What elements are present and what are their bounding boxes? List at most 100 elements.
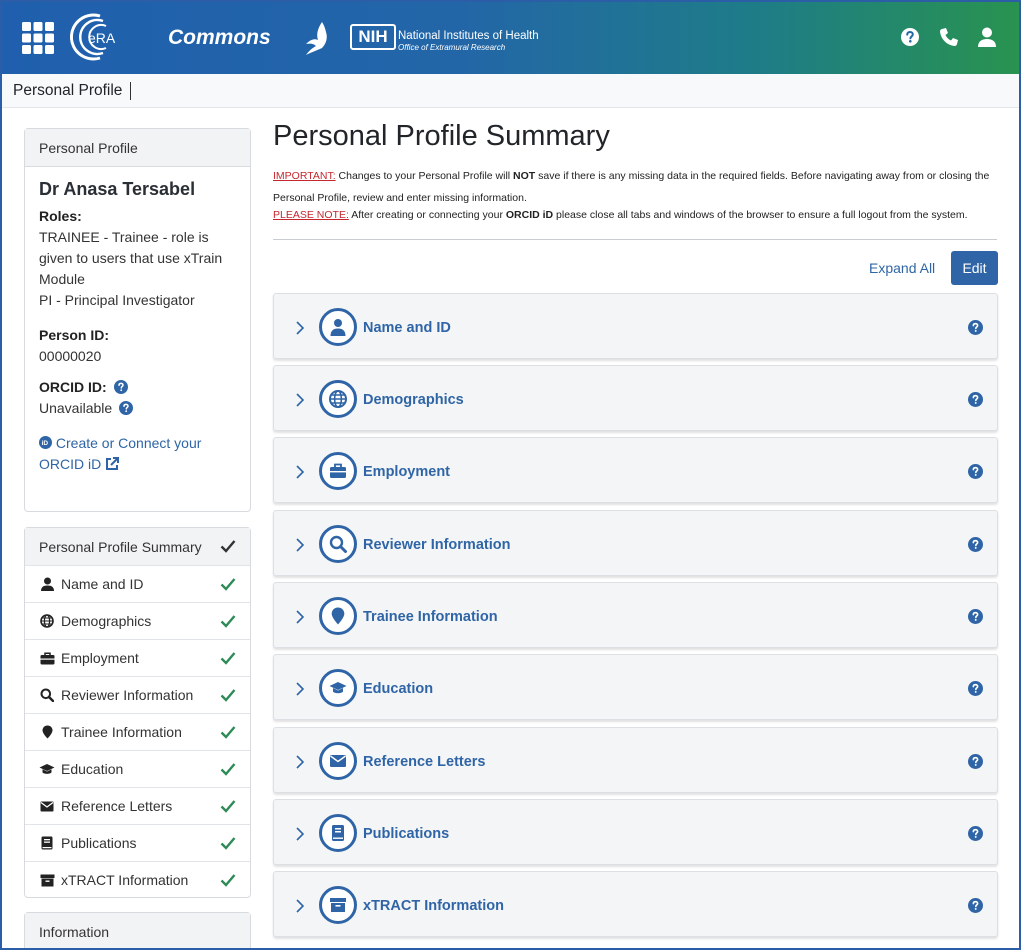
help-icon[interactable] bbox=[968, 681, 983, 696]
please-note-bold: ORCID iD bbox=[505, 209, 554, 221]
search-icon bbox=[329, 535, 347, 553]
chevron-right-icon[interactable] bbox=[294, 754, 306, 770]
nav-item-label: xTRACT Information bbox=[61, 872, 189, 888]
help-icon[interactable] bbox=[113, 380, 128, 394]
check-icon bbox=[220, 615, 236, 628]
chevron-right-icon[interactable] bbox=[294, 898, 306, 914]
nav-item-label: Education bbox=[61, 761, 124, 777]
envelope-icon bbox=[330, 755, 346, 767]
accordion-label: Name and ID bbox=[363, 320, 451, 336]
nih-full-name: National Institutes of Health bbox=[398, 30, 539, 42]
nav-item-xtract-information[interactable]: xTRACT Information bbox=[25, 861, 250, 898]
please-note-text-rest: please close all tabs and windows of the… bbox=[553, 209, 968, 221]
please-note-text: After creating or connecting your bbox=[348, 209, 506, 221]
help-icon[interactable] bbox=[968, 537, 983, 552]
check-icon bbox=[220, 652, 236, 665]
nav-item-name-and-id[interactable]: Name and ID bbox=[25, 565, 250, 602]
page-title: Personal Profile Summary bbox=[273, 120, 610, 152]
graduation-cap-icon bbox=[39, 764, 55, 774]
chevron-right-icon[interactable] bbox=[294, 464, 306, 480]
accordion-label: Education bbox=[363, 681, 434, 697]
map-pin-icon bbox=[331, 607, 345, 625]
profile-card: Personal Profile Dr Anasa Tersabel Roles… bbox=[24, 128, 251, 512]
section-icon-circle bbox=[319, 525, 357, 563]
phone-icon[interactable] bbox=[938, 26, 960, 48]
nav-item-reference-letters[interactable]: Reference Letters bbox=[25, 787, 250, 824]
svg-text:iD: iD bbox=[42, 440, 49, 447]
accordion-name-and-id[interactable]: Name and ID bbox=[273, 293, 998, 359]
briefcase-icon bbox=[330, 463, 346, 478]
expand-all-link[interactable]: Expand All bbox=[869, 260, 935, 276]
check-icon bbox=[220, 837, 236, 850]
era-logo[interactable]: eRA bbox=[69, 12, 134, 62]
nav-item-label: Employment bbox=[61, 650, 139, 666]
nav-item-trainee-information[interactable]: Trainee Information bbox=[25, 713, 250, 750]
nav-item-label: Publications bbox=[61, 835, 137, 851]
help-icon[interactable] bbox=[119, 401, 134, 415]
nih-name: National Institutes of Health Office of … bbox=[398, 30, 539, 54]
accordion-reviewer-information[interactable]: Reviewer Information bbox=[273, 510, 998, 576]
accordion-demographics[interactable]: Demographics bbox=[273, 365, 998, 431]
chevron-right-icon[interactable] bbox=[294, 609, 306, 625]
user-icon[interactable] bbox=[976, 26, 998, 48]
nav-item-summary[interactable]: Personal Profile Summary bbox=[25, 528, 250, 565]
person-id-value: 00000020 bbox=[39, 348, 102, 364]
edit-button[interactable]: Edit bbox=[951, 251, 998, 285]
help-icon[interactable] bbox=[968, 754, 983, 769]
section-icon-circle bbox=[319, 452, 357, 490]
orcid-connect-text[interactable]: Create or Connect your ORCID iD bbox=[39, 435, 201, 472]
envelope-icon bbox=[40, 801, 54, 811]
chevron-right-icon[interactable] bbox=[294, 681, 306, 697]
important-bold: NOT bbox=[513, 170, 536, 182]
top-header: eRA Commons NIH National Institutes of H… bbox=[0, 0, 1021, 74]
chevron-right-icon[interactable] bbox=[294, 537, 306, 553]
nav-item-label: Personal Profile Summary bbox=[39, 538, 202, 555]
section-icon-circle bbox=[319, 814, 357, 852]
user-name: Dr Anasa Tersabel bbox=[39, 179, 196, 199]
help-icon[interactable] bbox=[968, 609, 983, 624]
help-icon[interactable] bbox=[968, 392, 983, 407]
accordion-label: Reviewer Information bbox=[363, 537, 511, 553]
check-icon bbox=[220, 540, 236, 553]
important-tag: IMPORTANT: bbox=[273, 170, 336, 182]
orcid-connect-link[interactable]: iD Create or Connect your ORCID iD bbox=[39, 433, 236, 475]
chevron-right-icon[interactable] bbox=[294, 392, 306, 408]
accordion-reference-letters[interactable]: Reference Letters bbox=[273, 727, 998, 793]
chevron-right-icon[interactable] bbox=[294, 826, 306, 842]
help-icon[interactable] bbox=[899, 26, 921, 48]
nav-item-demographics[interactable]: Demographics bbox=[25, 602, 250, 639]
chevron-right-icon[interactable] bbox=[294, 320, 306, 336]
help-icon[interactable] bbox=[968, 826, 983, 841]
role-item: TRAINEE - Trainee - role is given to use… bbox=[39, 229, 223, 287]
help-icon[interactable] bbox=[968, 320, 983, 335]
book-icon bbox=[41, 836, 53, 850]
help-icon[interactable] bbox=[968, 464, 983, 479]
check-icon bbox=[220, 689, 236, 702]
grid-icon[interactable] bbox=[22, 22, 54, 54]
nav-item-reviewer-information[interactable]: Reviewer Information bbox=[25, 676, 250, 713]
nav-item-label: Reviewer Information bbox=[61, 687, 194, 703]
accordion-employment[interactable]: Employment bbox=[273, 437, 998, 503]
check-icon bbox=[220, 800, 236, 813]
accordion-label: Trainee Information bbox=[363, 609, 498, 625]
check-icon bbox=[220, 578, 236, 591]
section-icon-circle bbox=[319, 742, 357, 780]
accordion-xtract-information[interactable]: xTRACT Information bbox=[273, 871, 998, 937]
section-icon-circle bbox=[319, 597, 357, 635]
nav-item-publications[interactable]: Publications bbox=[25, 824, 250, 861]
help-icon[interactable] bbox=[968, 898, 983, 913]
profile-card-body: Dr Anasa Tersabel Roles: TRAINEE - Train… bbox=[25, 167, 250, 487]
section-icon-circle bbox=[319, 886, 357, 924]
accordion-publications[interactable]: Publications bbox=[273, 799, 998, 865]
nav-item-education[interactable]: Education bbox=[25, 750, 250, 787]
information-card: Information bbox=[24, 912, 251, 950]
nav-item-employment[interactable]: Employment bbox=[25, 639, 250, 676]
accordion-trainee-information[interactable]: Trainee Information bbox=[273, 582, 998, 648]
nih-badge: NIH bbox=[350, 24, 396, 50]
section-icon-circle bbox=[319, 380, 357, 418]
accordion-education[interactable]: Education bbox=[273, 654, 998, 720]
orcid-label: ORCID ID: bbox=[39, 379, 107, 395]
nih-office: Office of Extramural Research bbox=[398, 43, 506, 52]
roles-label: Roles: bbox=[39, 208, 82, 224]
nav-item-label: Demographics bbox=[61, 613, 152, 629]
